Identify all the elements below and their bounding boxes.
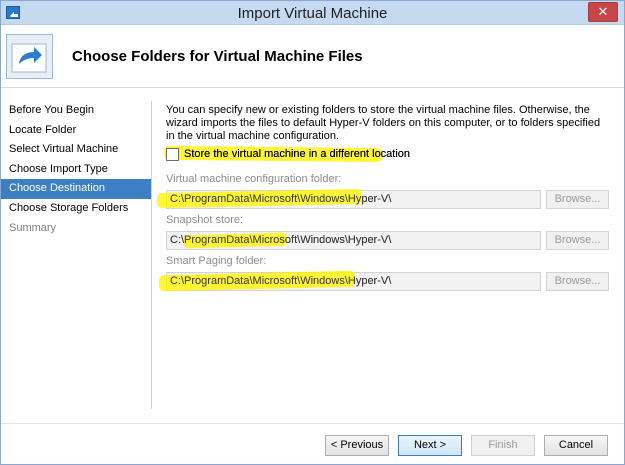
close-icon: ✕ (597, 4, 609, 19)
intro-text: You can specify new or existing folders … (166, 104, 601, 142)
title-bar[interactable]: Import Virtual Machine ✕ (1, 1, 624, 25)
smart-paging-label: Smart Paging folder: (166, 255, 267, 267)
page-title: Choose Folders for Virtual Machine Files (72, 48, 363, 65)
arrow-folder-icon (6, 34, 53, 79)
smart-paging-browse-button[interactable]: Browse... (546, 272, 609, 291)
config-folder-label: Virtual machine configuration folder: (166, 173, 342, 185)
step-choose-import-type[interactable]: Choose Import Type (1, 160, 151, 180)
different-location-label-text: Store the virtual machine in a different… (184, 148, 411, 160)
smart-paging-value-text: C:\ProgramData\Microsoft\Windows\Hyper-V… (170, 275, 392, 287)
wizard-steps: Before You Begin Locate Folder Select Vi… (1, 101, 151, 238)
step-locate-folder[interactable]: Locate Folder (1, 121, 151, 141)
snapshot-store-browse-button[interactable]: Browse... (546, 231, 609, 250)
step-summary: Summary (9, 221, 57, 234)
step-choose-destination[interactable]: Choose Destination (1, 179, 151, 199)
config-folder-browse-button[interactable]: Browse... (546, 190, 609, 209)
different-location-checkbox[interactable] (166, 148, 179, 161)
footer-divider (1, 423, 624, 424)
snapshot-store-value-text: C:\ProgramData\Microsoft\Windows\Hyper-V… (170, 234, 392, 246)
wizard-header: Choose Folders for Virtual Machine Files (1, 26, 624, 88)
step-choose-storage-folders[interactable]: Choose Storage Folders (1, 199, 151, 219)
snapshot-store-label: Snapshot store: (166, 214, 244, 226)
cancel-button[interactable]: Cancel (544, 435, 608, 456)
window-title: Import Virtual Machine (237, 5, 388, 22)
finish-button: Finish (471, 435, 535, 456)
close-button[interactable]: ✕ (588, 2, 618, 22)
step-select-virtual-machine[interactable]: Select Virtual Machine (1, 140, 151, 160)
step-before-you-begin[interactable]: Before You Begin (1, 101, 151, 121)
import-vm-window: Import Virtual Machine ✕ Choose Folders … (0, 0, 625, 465)
nav-divider (151, 101, 152, 409)
config-folder-value-text: C:\ProgramData\Microsoft\Windows\Hyper-V… (170, 193, 392, 205)
previous-button[interactable]: < Previous (325, 435, 389, 456)
next-button[interactable]: Next > (398, 435, 462, 456)
